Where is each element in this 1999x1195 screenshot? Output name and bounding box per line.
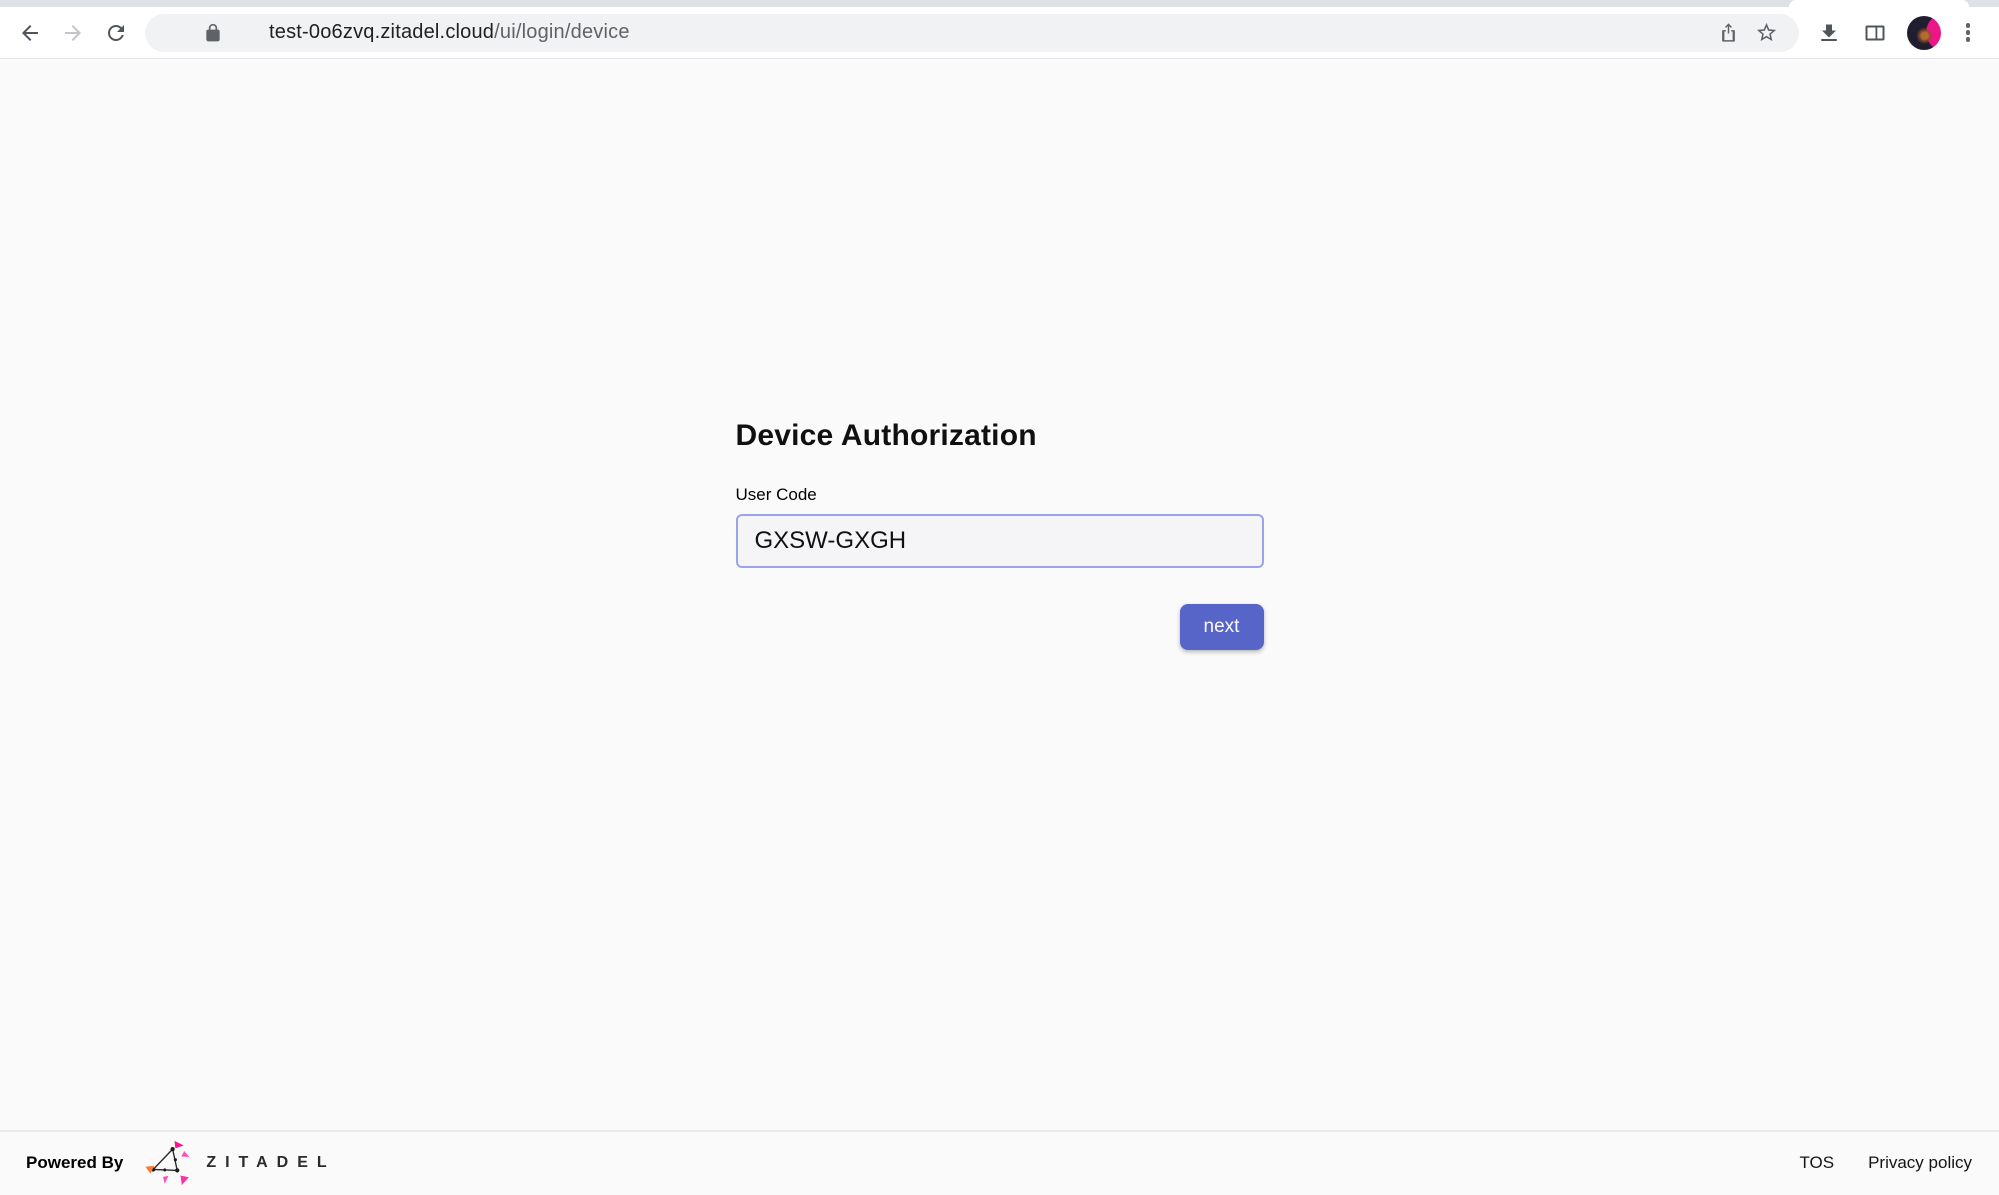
toolbar-actions bbox=[1809, 13, 1985, 53]
forward-button[interactable] bbox=[53, 13, 93, 53]
reload-button[interactable] bbox=[96, 13, 136, 53]
back-arrow-icon bbox=[18, 21, 42, 45]
powered-by-label: Powered By bbox=[26, 1153, 123, 1173]
footer-links: TOS Privacy policy bbox=[1799, 1153, 1972, 1173]
browser-menu-button[interactable] bbox=[1951, 13, 1985, 53]
three-dot-menu-icon bbox=[1966, 21, 1971, 45]
login-content: Device Authorization User Code next bbox=[0, 59, 1999, 1130]
reload-icon bbox=[104, 21, 128, 45]
zitadel-wordmark: ZITADEL bbox=[206, 1154, 335, 1172]
tab-strip-remnant bbox=[0, 0, 1999, 7]
download-icon bbox=[1817, 21, 1841, 45]
url-text: test-0o6zvq.zitadel.cloud/ui/login/devic… bbox=[269, 21, 1709, 44]
bookmark-button[interactable] bbox=[1747, 14, 1785, 52]
profile-avatar[interactable] bbox=[1907, 16, 1941, 50]
user-code-label: User Code bbox=[736, 485, 1264, 505]
tos-link[interactable]: TOS bbox=[1799, 1153, 1834, 1173]
side-panel-icon bbox=[1863, 21, 1887, 45]
active-tab-bottom bbox=[1789, 0, 1969, 7]
privacy-policy-link[interactable]: Privacy policy bbox=[1868, 1153, 1972, 1173]
url-path: /ui/login/device bbox=[494, 21, 630, 43]
share-button[interactable] bbox=[1709, 14, 1747, 52]
user-code-field: User Code bbox=[736, 485, 1264, 568]
next-button[interactable]: next bbox=[1180, 604, 1264, 650]
back-button[interactable] bbox=[10, 13, 50, 53]
user-code-input[interactable] bbox=[736, 514, 1264, 568]
footer: Powered By ZITADEL bbox=[0, 1130, 1999, 1194]
url-host: test-0o6zvq.zitadel.cloud bbox=[269, 21, 494, 43]
downloads-button[interactable] bbox=[1809, 13, 1849, 53]
page-viewport: Device Authorization User Code next Powe… bbox=[0, 59, 1999, 1194]
page-title: Device Authorization bbox=[736, 417, 1264, 454]
padlock-icon bbox=[203, 23, 223, 43]
device-auth-form: Device Authorization User Code next bbox=[736, 59, 1264, 1130]
browser-toolbar: test-0o6zvq.zitadel.cloud/ui/login/devic… bbox=[0, 7, 1999, 59]
zitadel-logo-icon bbox=[143, 1139, 193, 1187]
form-actions: next bbox=[736, 604, 1264, 650]
share-icon bbox=[1717, 21, 1740, 44]
forward-arrow-icon bbox=[61, 21, 85, 45]
footer-branding: Powered By ZITADEL bbox=[26, 1139, 336, 1187]
side-panel-button[interactable] bbox=[1855, 13, 1895, 53]
address-bar[interactable]: test-0o6zvq.zitadel.cloud/ui/login/devic… bbox=[145, 14, 1799, 52]
star-outline-icon bbox=[1755, 21, 1778, 44]
